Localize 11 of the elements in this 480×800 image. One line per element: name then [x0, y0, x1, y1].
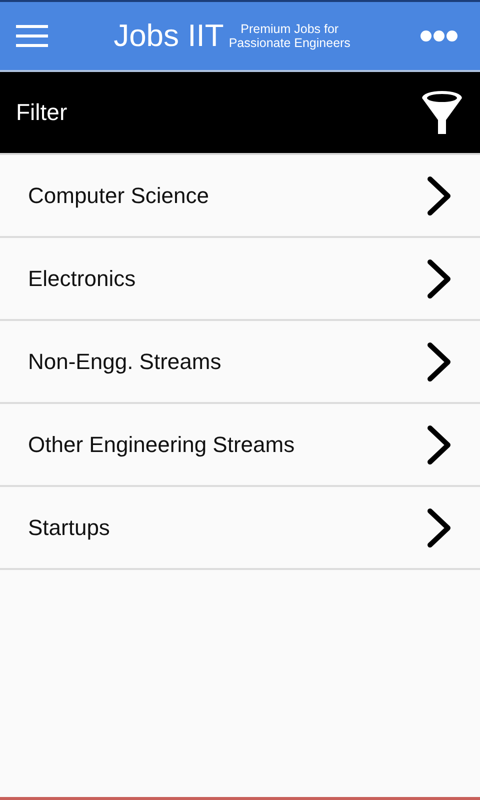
chevron-right-icon: [426, 424, 452, 466]
funnel-icon[interactable]: [420, 90, 464, 136]
more-icon[interactable]: [420, 30, 458, 42]
chevron-right-icon: [426, 340, 452, 382]
chevron-right-icon: [426, 258, 452, 300]
app-title: Jobs IIT: [114, 18, 224, 54]
filter-title: Filter: [16, 99, 68, 126]
app-tagline: Premium Jobs for Passionate Engineers: [228, 22, 350, 50]
chevron-right-icon: [426, 506, 452, 548]
menu-icon[interactable]: [16, 24, 48, 48]
chevron-right-icon: [426, 174, 452, 216]
